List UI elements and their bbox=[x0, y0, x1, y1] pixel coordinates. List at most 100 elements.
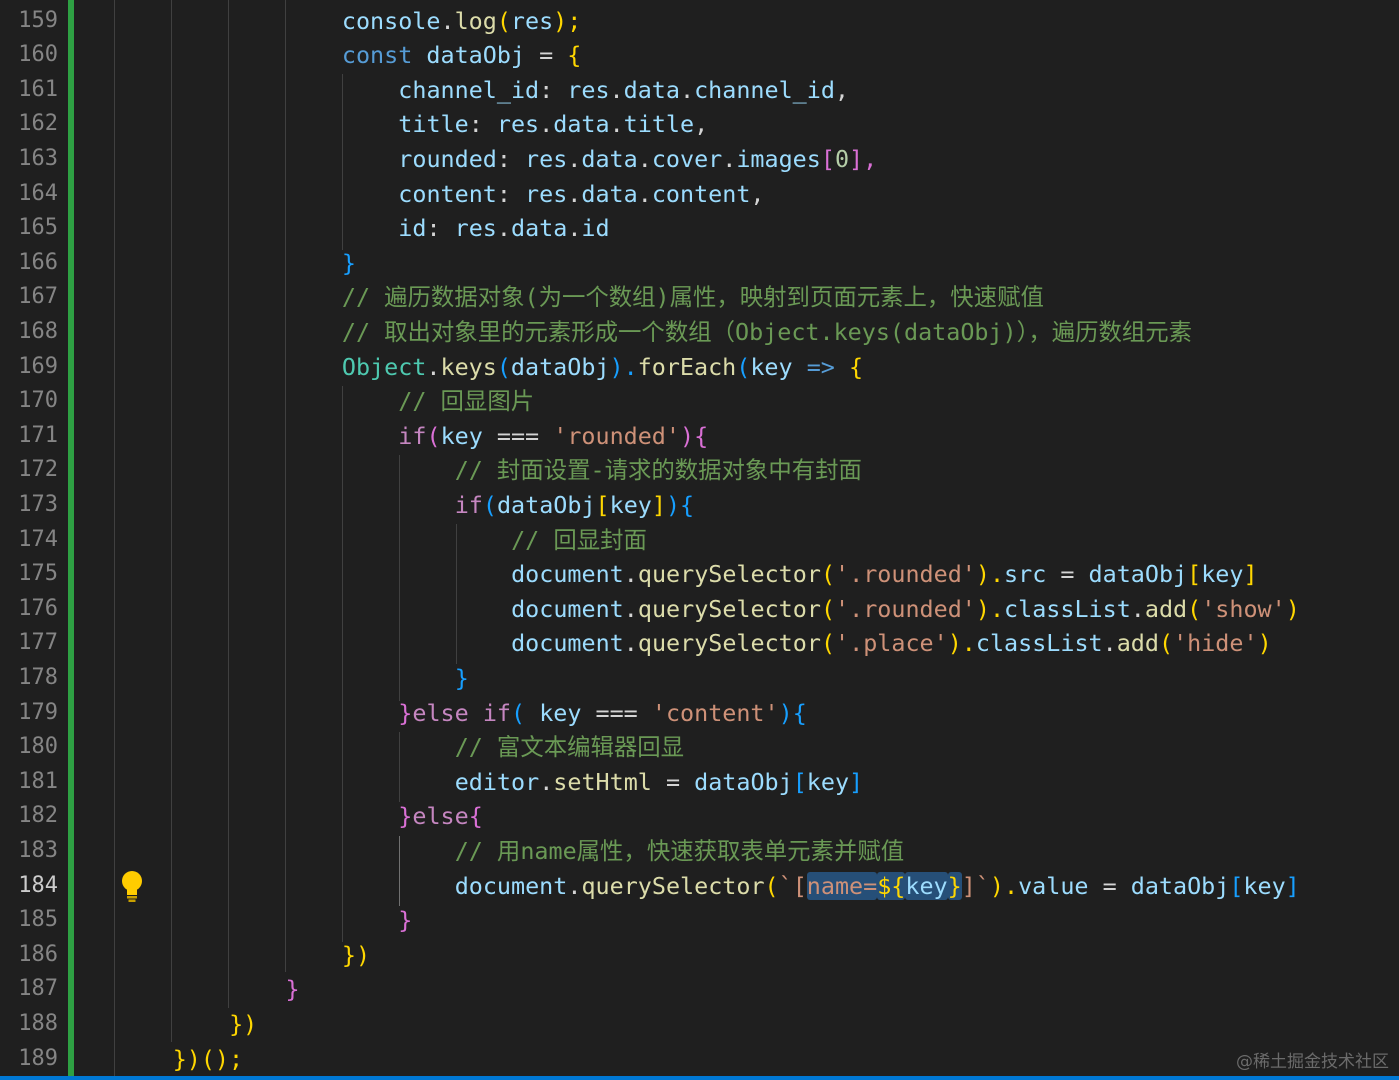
code-line[interactable]: rounded: res.data.cover.images[0], bbox=[398, 142, 877, 177]
status-bar-edge bbox=[0, 1076, 1399, 1080]
indent-guide bbox=[114, 0, 115, 1076]
code-token: ( bbox=[426, 421, 441, 450]
code-token: res bbox=[525, 144, 568, 173]
code-token: ( bbox=[736, 352, 751, 381]
code-token: . bbox=[609, 110, 624, 139]
code-token: ) bbox=[1285, 594, 1300, 623]
code-token: if bbox=[482, 698, 511, 727]
code-token: } bbox=[341, 248, 356, 277]
code-line[interactable]: // 用name属性，快速获取表单元素并赋值 bbox=[455, 834, 904, 869]
line-number: 174 bbox=[18, 526, 58, 552]
line-number: 184 bbox=[18, 872, 58, 898]
code-token: . bbox=[609, 75, 624, 104]
code-token: rounded bbox=[398, 144, 497, 173]
code-line[interactable]: const dataObj = { bbox=[342, 38, 581, 73]
code-token: { bbox=[848, 352, 864, 381]
code-line[interactable]: document.querySelector('.rounded').src =… bbox=[511, 557, 1257, 592]
line-number: 173 bbox=[18, 491, 58, 517]
code-token: content bbox=[651, 179, 751, 208]
code-token: 'content' bbox=[651, 698, 779, 727]
code-line[interactable]: }else if( key === 'content'){ bbox=[398, 696, 806, 731]
code-token: // 取出对象里的元素形成一个数组（Object.keys(dataObj)），… bbox=[341, 317, 1193, 346]
code-token: ${ bbox=[877, 871, 906, 900]
code-token: res bbox=[567, 75, 610, 104]
code-token: ] bbox=[651, 490, 666, 519]
code-token: ] bbox=[1243, 560, 1258, 589]
line-number: 188 bbox=[18, 1010, 58, 1036]
code-line[interactable]: if(key === 'rounded'){ bbox=[398, 419, 708, 454]
code-line[interactable]: // 取出对象里的元素形成一个数组（Object.keys(dataObj)），… bbox=[342, 315, 1192, 350]
code-token: ]` bbox=[961, 871, 990, 900]
code-token: }) bbox=[229, 1009, 258, 1038]
code-token: . bbox=[722, 144, 737, 173]
code-token: ( bbox=[511, 698, 526, 727]
code-token: [ bbox=[1187, 560, 1202, 589]
code-token: ){ bbox=[665, 490, 695, 519]
code-token: . bbox=[637, 144, 652, 173]
code-token: }) bbox=[341, 940, 371, 969]
code-token: '.rounded' bbox=[835, 594, 976, 623]
code-line[interactable]: } bbox=[286, 972, 300, 1007]
code-line[interactable]: console.log(res); bbox=[342, 4, 581, 39]
code-line[interactable]: } bbox=[455, 661, 469, 696]
code-line[interactable]: }else{ bbox=[398, 799, 483, 834]
code-token: ( bbox=[764, 871, 779, 900]
code-token: ). bbox=[975, 594, 1005, 623]
line-number: 186 bbox=[18, 941, 58, 967]
line-number: 170 bbox=[18, 388, 58, 414]
code-line[interactable]: title: res.data.title, bbox=[398, 107, 708, 142]
code-token: data bbox=[623, 75, 680, 104]
code-line[interactable]: document.querySelector('.place').classLi… bbox=[511, 626, 1272, 661]
code-token: // 回显封面 bbox=[511, 525, 647, 554]
code-token: querySelector bbox=[637, 629, 821, 658]
code-line[interactable]: // 回显图片 bbox=[398, 384, 534, 419]
code-token: id bbox=[398, 214, 427, 243]
code-token: [ bbox=[1229, 871, 1244, 900]
code-line[interactable]: }) bbox=[229, 1007, 257, 1042]
code-line[interactable]: })(); bbox=[173, 1042, 243, 1077]
code-line[interactable]: // 遍历数据对象(为一个数组)属性，映射到页面元素上，快速赋值 bbox=[342, 280, 1044, 315]
code-text-area[interactable]: console.log(res); const dataObj = { channe… bbox=[74, 0, 1399, 1080]
code-token: res bbox=[510, 6, 554, 35]
code-line[interactable]: document.querySelector('.rounded').class… bbox=[511, 592, 1300, 627]
code-token: dataObj bbox=[510, 352, 610, 381]
line-number: 161 bbox=[18, 76, 58, 102]
code-line[interactable]: } bbox=[342, 246, 356, 281]
code-token: key bbox=[905, 871, 948, 900]
indent-guide bbox=[399, 732, 400, 802]
line-number: 169 bbox=[18, 353, 58, 379]
code-token: 0 bbox=[834, 144, 850, 173]
code-line[interactable]: document.querySelector(`[name=${key}]`).… bbox=[455, 869, 1300, 904]
lightbulb-icon[interactable] bbox=[118, 869, 146, 903]
code-line[interactable]: if(dataObj[key]){ bbox=[455, 488, 694, 523]
code-token: . bbox=[567, 871, 582, 900]
code-token: . bbox=[567, 144, 582, 173]
code-line[interactable]: Object.keys(dataObj).forEach(key => { bbox=[342, 350, 863, 385]
line-number-gutter: 159 160 161 162 163 164 165 166 167 168 169 170 171 1… bbox=[0, 0, 70, 1080]
code-token: ( bbox=[482, 490, 497, 519]
indent-guide bbox=[285, 0, 286, 972]
code-token: => bbox=[806, 352, 835, 381]
code-token: } bbox=[947, 871, 962, 900]
code-line[interactable]: // 封面设置-请求的数据对象中有封面 bbox=[455, 453, 862, 488]
code-line[interactable]: } bbox=[398, 903, 412, 938]
code-line[interactable]: // 富文本编辑器回显 bbox=[455, 730, 684, 765]
code-token: channel_id bbox=[694, 75, 835, 104]
line-number: 171 bbox=[18, 422, 58, 448]
code-token: . bbox=[1102, 629, 1117, 658]
code-token: { bbox=[468, 802, 483, 831]
code-line[interactable]: }) bbox=[342, 938, 370, 973]
indent-guide bbox=[228, 0, 229, 1008]
code-line[interactable]: id: res.data.id bbox=[398, 211, 609, 246]
code-line[interactable]: editor.setHtml = dataObj[key] bbox=[455, 765, 863, 800]
code-line[interactable]: content: res.data.content, bbox=[398, 177, 764, 212]
code-token: data bbox=[581, 144, 638, 173]
code-line[interactable]: // 回显封面 bbox=[511, 523, 647, 558]
code-token: . bbox=[539, 110, 554, 139]
code-token: ){ bbox=[778, 698, 807, 727]
code-editor[interactable]: 159 160 161 162 163 164 165 166 167 168 169 170 171 1… bbox=[0, 0, 1399, 1080]
code-token: querySelector bbox=[581, 871, 765, 900]
code-token: . bbox=[539, 767, 554, 796]
code-line[interactable]: channel_id: res.data.channel_id, bbox=[398, 73, 849, 108]
